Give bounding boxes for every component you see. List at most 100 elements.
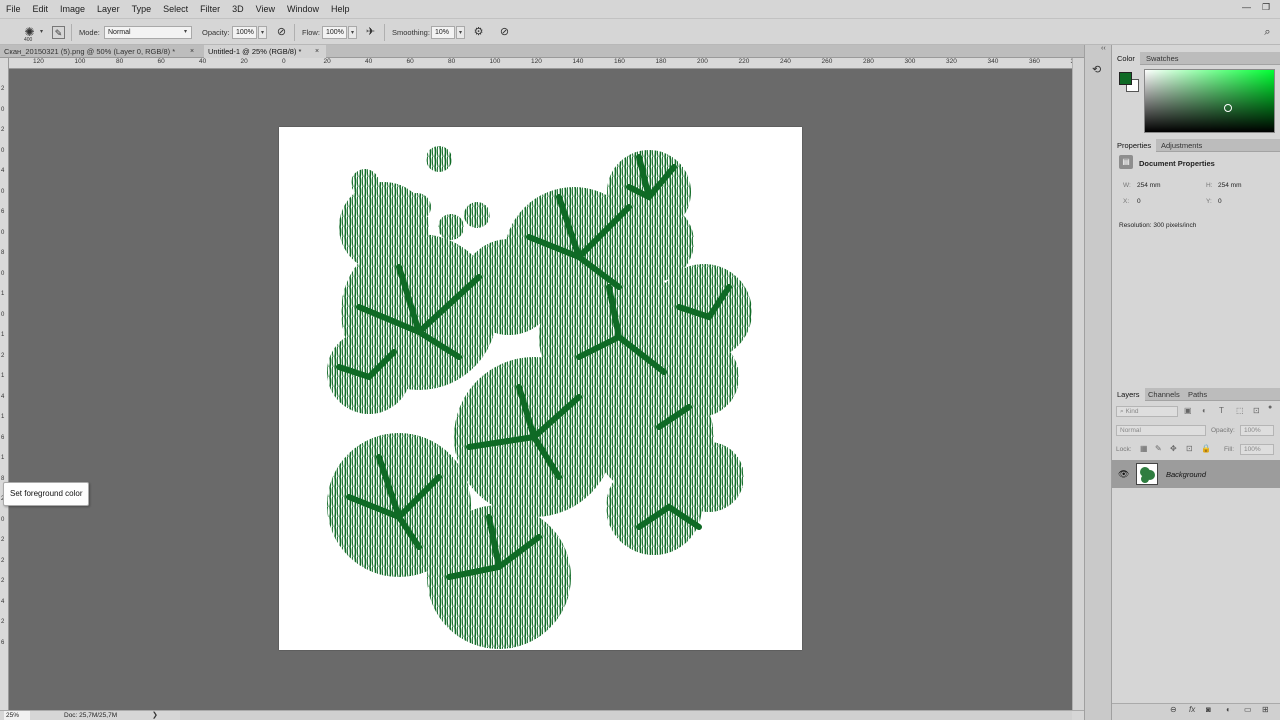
ruler-tick-label: 4 <box>1 168 5 174</box>
filter-type-icon[interactable]: T <box>1219 406 1224 415</box>
menu-layer[interactable]: Layer <box>91 0 126 18</box>
mode-label: Mode: <box>79 28 100 37</box>
minimize-icon[interactable]: — <box>1242 2 1251 12</box>
ruler-tick-label: 4 <box>1 393 5 400</box>
ruler-tick-label: 1 <box>1 414 5 420</box>
width-value[interactable]: 254 mm <box>1137 182 1160 189</box>
ruler-tick-label: 100 <box>489 58 501 65</box>
menu-file[interactable]: File <box>0 0 27 18</box>
lock-pixels-icon[interactable]: ✎ <box>1155 444 1162 453</box>
eye-icon[interactable]: 👁 <box>1118 469 1129 480</box>
opacity-input[interactable]: 100% <box>232 26 257 39</box>
ruler-vertical[interactable]: 2020406080101214161820222426 <box>0 58 9 710</box>
layer-opacity-label: Opacity: <box>1211 427 1235 434</box>
y-value[interactable]: 0 <box>1218 198 1222 205</box>
fill-input[interactable]: 100% <box>1240 444 1274 455</box>
ruler-horizontal[interactable]: 120 100 80 60 40 20 0 20 40 60 80 100 120 140 160 180 20… <box>9 58 1072 69</box>
tab-color[interactable]: Color <box>1112 52 1140 65</box>
separator <box>384 24 385 41</box>
menu-filter[interactable]: Filter <box>194 0 226 18</box>
tab-adjustments[interactable]: Adjustments <box>1156 139 1207 152</box>
filter-shape-icon[interactable]: ⬚ <box>1236 406 1244 415</box>
layer-opacity-input[interactable]: 100% <box>1240 425 1274 436</box>
color-picker-field[interactable] <box>1144 69 1275 133</box>
tab-paths[interactable]: Paths <box>1183 388 1212 401</box>
properties-title: Document Properties <box>1139 159 1215 168</box>
tab-scan-document[interactable]: Скан_20150321 (5).png @ 50% (Layer 0, RG… <box>0 45 200 58</box>
horizontal-scrollbar[interactable] <box>180 711 1072 720</box>
history-icon[interactable]: ⟲ <box>1092 63 1101 76</box>
airbrush-icon[interactable]: ✈ <box>363 25 378 40</box>
ruler-tick-label: 80 <box>116 58 124 65</box>
chevron-right-icon[interactable]: ❯ <box>152 711 158 720</box>
ruler-tick-label: 0 <box>1 188 5 195</box>
brush-size-label: 400 <box>24 37 33 43</box>
smoothing-dropdown-icon[interactable]: ▾ <box>456 26 465 39</box>
filter-kind-value: Kind <box>1125 408 1139 415</box>
ruler-tick-label: 240 <box>780 58 791 65</box>
pressure-size-icon[interactable]: ⊘ <box>497 25 512 40</box>
filter-smart-object-icon[interactable]: ⊡ <box>1253 406 1260 415</box>
lock-transparency-icon[interactable]: ▦ <box>1140 444 1148 453</box>
tab-properties[interactable]: Properties <box>1112 139 1157 152</box>
new-layer-icon[interactable]: ⊞ <box>1262 705 1269 714</box>
close-icon[interactable]: × <box>315 45 319 58</box>
tab-channels[interactable]: Channels <box>1143 388 1185 401</box>
layers-footer <box>1112 703 1280 720</box>
tab-untitled-1[interactable]: Untitled-1 @ 25% (RGB/8) * <box>204 45 326 58</box>
layer-name[interactable]: Background <box>1166 470 1206 479</box>
chevron-down-icon[interactable]: ▾ <box>40 28 43 35</box>
layers-panel-tabs: Layers Channels Paths <box>1112 388 1280 401</box>
lock-all-icon[interactable]: 🔒 <box>1201 444 1211 453</box>
new-group-icon[interactable]: ▭ <box>1244 705 1252 714</box>
ruler-tick-label: 260 <box>821 58 833 65</box>
brush-panel-icon[interactable]: ✎ <box>52 26 65 39</box>
restore-icon[interactable]: ❐ <box>1262 2 1270 13</box>
menu-window[interactable]: Window <box>281 0 325 18</box>
menu-select[interactable]: Select <box>157 0 194 18</box>
menu-view[interactable]: View <box>250 0 281 18</box>
document-size: Doc: 25,7M/25,7M <box>64 712 118 719</box>
foreground-color-swatch[interactable] <box>1119 72 1132 85</box>
filter-adjustment-icon[interactable]: ◐ <box>1202 406 1207 415</box>
menu-help[interactable]: Help <box>325 0 356 18</box>
menu-edit[interactable]: Edit <box>27 0 55 18</box>
smoothing-input[interactable]: 10% <box>431 26 455 39</box>
separator <box>294 24 295 41</box>
x-value[interactable]: 0 <box>1137 198 1141 205</box>
color-picker-ring[interactable] <box>1224 104 1232 112</box>
blend-mode-select[interactable]: Normal <box>1116 425 1206 436</box>
filter-pixel-icon[interactable]: ▣ <box>1184 406 1192 415</box>
lock-position-icon[interactable]: ✥ <box>1170 444 1177 453</box>
ruler-tick-label: 160 <box>614 58 625 65</box>
new-adjustment-icon[interactable]: ◐ <box>1226 705 1231 714</box>
lock-label: Lock: <box>1116 446 1132 453</box>
link-layers-icon[interactable]: ⊖ <box>1170 705 1177 714</box>
tab-layers[interactable]: Layers <box>1112 388 1145 401</box>
tab-swatches[interactable]: Swatches <box>1141 52 1184 65</box>
mode-select[interactable]: Normal <box>104 26 192 39</box>
filter-toggle-icon[interactable]: ● <box>1268 404 1272 411</box>
vertical-scrollbar[interactable] <box>1072 58 1084 710</box>
close-icon[interactable]: × <box>190 45 194 58</box>
flow-label: Flow: <box>302 28 320 37</box>
menu-3d[interactable]: 3D <box>226 0 250 18</box>
menu-image[interactable]: Image <box>54 0 91 18</box>
height-value[interactable]: 254 mm <box>1218 182 1241 189</box>
flow-dropdown-icon[interactable]: ▾ <box>348 26 357 39</box>
opacity-dropdown-icon[interactable]: ▾ <box>258 26 267 39</box>
zoom-level-field[interactable]: 25% <box>4 711 30 720</box>
search-icon[interactable]: ⌕ <box>1260 25 1275 40</box>
filter-kind-select[interactable]: ⌕ Kind <box>1116 406 1178 417</box>
chevron-down-icon: ▾ <box>184 29 188 35</box>
menu-type[interactable]: Type <box>126 0 158 18</box>
collapse-panels-icon[interactable]: ‹‹ <box>1101 45 1106 52</box>
ruler-tick-label: 2 <box>1 86 5 92</box>
flow-input[interactable]: 100% <box>322 26 347 39</box>
add-mask-icon[interactable]: ◙ <box>1206 705 1211 714</box>
fx-icon[interactable]: fx <box>1189 705 1195 714</box>
document-canvas[interactable] <box>279 127 802 650</box>
pressure-opacity-icon[interactable]: ⊘ <box>274 25 289 40</box>
gear-icon[interactable]: ⚙ <box>471 25 486 40</box>
lock-artboard-icon[interactable]: ⊡ <box>1186 444 1193 453</box>
